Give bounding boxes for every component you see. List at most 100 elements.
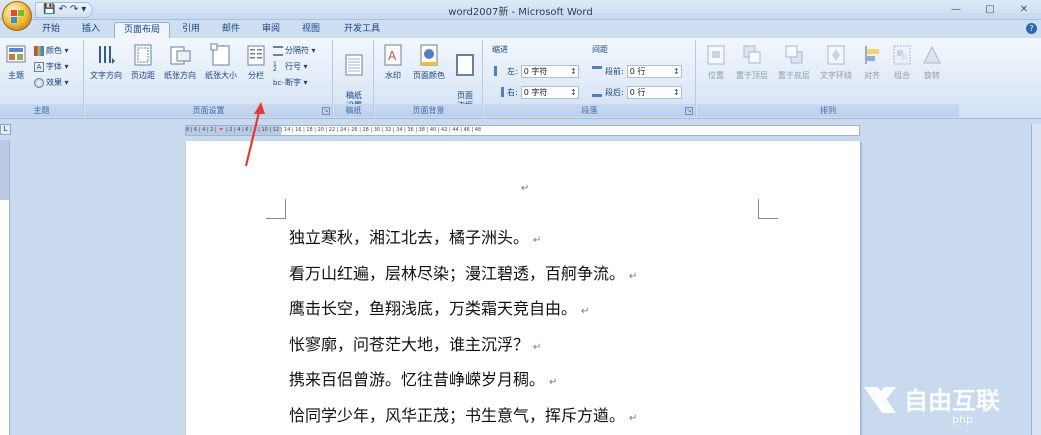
indent-right-icon bbox=[494, 87, 504, 97]
theme-colors-button[interactable]: 颜色 ▾ bbox=[34, 45, 69, 57]
text-direction-icon bbox=[99, 46, 115, 64]
text-wrapping-button[interactable]: 文字环绕 bbox=[817, 43, 855, 81]
indent-right-row: 右: 0 字符 bbox=[494, 85, 579, 99]
draft-paper-icon bbox=[345, 54, 363, 76]
close-button[interactable]: ✕ bbox=[1007, 0, 1041, 20]
breaks-button[interactable]: 分隔符 ▾ bbox=[273, 45, 316, 57]
office-button[interactable] bbox=[2, 1, 32, 31]
watermark-icon: A bbox=[384, 44, 402, 66]
position-button[interactable]: 位置 bbox=[703, 43, 729, 81]
watermark-tag: php bbox=[952, 413, 973, 426]
space-before-input[interactable]: 0 行 bbox=[626, 64, 682, 78]
position-icon bbox=[707, 45, 725, 65]
effects-icon bbox=[34, 78, 44, 88]
group-theme: 主题 颜色 ▾ A 字体 ▾ 效果 ▾ 主题 bbox=[0, 40, 84, 117]
paragraph-mark: ↵ bbox=[521, 183, 530, 194]
group-label-paragraph: 段落 bbox=[484, 104, 695, 117]
text-line[interactable]: 怅寥廓，问苍茫大地，谁主沉浮？ ↵ bbox=[289, 331, 637, 367]
columns-icon bbox=[247, 45, 265, 66]
breaks-icon bbox=[273, 46, 283, 56]
group-icon bbox=[893, 45, 911, 65]
title-bar: 💾 ↶ ↷ ▾ word2007新 - Microsoft Word — □ ✕ bbox=[0, 0, 1041, 20]
text-line[interactable]: 看万山红遍，层林尽染；漫江碧透，百舸争流。 ↵ bbox=[289, 260, 637, 296]
align-button[interactable]: 对齐 bbox=[859, 43, 885, 81]
watermark-button[interactable]: A 水印 bbox=[379, 43, 407, 81]
horizontal-ruler[interactable]: 8 | 6 | 4 | 2 | 🔻 | 2 | 4 | 6 | 8 | 10 |… bbox=[185, 125, 860, 136]
tab-developer[interactable]: 开发工具 bbox=[336, 22, 388, 38]
page-borders-button[interactable]: 页面 边框 bbox=[451, 43, 479, 111]
orientation-button[interactable]: 纸张方向 bbox=[161, 43, 199, 81]
columns-button[interactable]: 分栏 bbox=[243, 43, 269, 81]
tab-review[interactable]: 审阅 bbox=[256, 22, 286, 38]
theme-fonts-button[interactable]: A 字体 ▾ bbox=[34, 61, 69, 73]
text-line[interactable]: 鹰击长空，鱼翔浅底，万类霜天竞自由。 ↵ bbox=[289, 295, 637, 331]
line-numbers-button[interactable]: 12 行号 ▾ bbox=[273, 61, 308, 73]
tab-view[interactable]: 视图 bbox=[296, 22, 326, 38]
page-size-icon bbox=[210, 43, 230, 66]
text-direction-button[interactable]: 文字方向 bbox=[87, 43, 125, 81]
theme-effects-button[interactable]: 效果 ▾ bbox=[34, 77, 69, 89]
space-before-icon bbox=[592, 66, 602, 76]
office-logo-icon bbox=[11, 10, 24, 23]
group-label-page-background: 页面背景 bbox=[375, 104, 482, 117]
group-label-draft-paper: 稿纸 bbox=[334, 104, 373, 117]
document-page[interactable]: ↵ 独立寒秋，湘江北去，橘子洲头。 ↵ 看万山红遍，层林尽染；漫江碧透，百舸争流。… bbox=[186, 141, 860, 435]
page-borders-icon bbox=[456, 54, 474, 76]
space-after-icon bbox=[592, 87, 602, 97]
annotation-arrow-icon bbox=[244, 102, 265, 167]
rotate-button[interactable]: 旋转 bbox=[919, 43, 945, 81]
help-icon[interactable]: ? bbox=[1026, 23, 1037, 34]
ruler-tab-selector[interactable]: L bbox=[0, 124, 11, 135]
group-paragraph: 缩进 间距 左: 0 字符 右: 0 字符 段前: 0 行 段后: 0 行 段落… bbox=[484, 40, 696, 117]
tab-insert[interactable]: 插入 bbox=[76, 22, 106, 38]
text-wrapping-icon bbox=[827, 45, 845, 65]
ruler-ticks: 8 | 6 | 4 | 2 | 🔻 | 2 | 4 | 6 | 8 | 10 |… bbox=[186, 127, 482, 133]
tab-home[interactable]: 开始 bbox=[36, 22, 66, 38]
poem-text[interactable]: 独立寒秋，湘江北去，橘子洲头。 ↵ 看万山红遍，层林尽染；漫江碧透，百舸争流。 ↵ … bbox=[289, 224, 637, 435]
hyphenation-button[interactable]: bc- 断字 ▾ bbox=[273, 77, 308, 89]
group-draft-paper: 稿纸 设置 稿纸 bbox=[334, 40, 374, 117]
watermark-logo-icon bbox=[864, 387, 896, 413]
tab-references[interactable]: 引用 bbox=[176, 22, 206, 38]
send-to-back-icon bbox=[785, 45, 803, 64]
tab-mailings[interactable]: 邮件 bbox=[216, 22, 246, 38]
minimize-button[interactable]: — bbox=[939, 0, 973, 20]
group-page-setup: 文字方向 页边距 纸张方向 纸张大小 分栏 分隔符 ▾ 1 2 行号 ▾ bc-… bbox=[85, 40, 333, 117]
page-color-button[interactable]: 页面颜色 bbox=[409, 43, 449, 81]
fonts-icon: A bbox=[34, 62, 44, 72]
send-to-back-button[interactable]: 置于底层 bbox=[775, 43, 813, 81]
space-after-input[interactable]: 0 行 bbox=[626, 85, 682, 99]
space-before-row: 段前: 0 行 bbox=[592, 64, 682, 78]
text-line[interactable]: 独立寒秋，湘江北去，橘子洲头。 ↵ bbox=[289, 224, 637, 260]
ribbon-tabs: 开始 插入 页面布局 引用 邮件 审阅 视图 开发工具 ? bbox=[0, 20, 1041, 38]
vertical-ruler[interactable] bbox=[0, 140, 10, 435]
hyphenation-icon: bc- bbox=[273, 79, 284, 87]
group-arrange: 位置 置于顶层 置于底层 文字环绕 对齐 组合 旋转 排列 bbox=[697, 40, 959, 117]
corner-mark-top-left bbox=[266, 199, 286, 219]
indent-title: 缩进 bbox=[492, 45, 508, 54]
line-numbers-icon: 12 bbox=[273, 61, 277, 73]
page-setup-launcher-icon[interactable]: ↘ bbox=[322, 107, 330, 115]
indent-left-input[interactable]: 0 字符 bbox=[520, 64, 579, 78]
maximize-button[interactable]: □ bbox=[973, 0, 1007, 20]
bring-to-front-icon bbox=[743, 45, 761, 64]
page-color-icon bbox=[420, 44, 438, 66]
spacing-title: 间距 bbox=[592, 45, 608, 54]
margins-button[interactable]: 页边距 bbox=[127, 43, 159, 81]
group-label-arrange: 排列 bbox=[697, 104, 959, 117]
bring-to-front-button[interactable]: 置于顶层 bbox=[733, 43, 771, 81]
window-title: word2007新 - Microsoft Word bbox=[448, 7, 593, 18]
paragraph-launcher-icon[interactable]: ↘ bbox=[685, 107, 693, 115]
vertical-ruler-margin-shade bbox=[0, 140, 9, 200]
tab-page-layout[interactable]: 页面布局 bbox=[114, 22, 170, 38]
page-size-button[interactable]: 纸张大小 bbox=[201, 43, 241, 81]
orientation-icon bbox=[170, 46, 191, 65]
draft-paper-button[interactable]: 稿纸 设置 bbox=[338, 43, 370, 111]
theme-button[interactable]: 主题 bbox=[3, 43, 29, 81]
text-line[interactable]: 携来百侣曾游。忆往昔峥嵘岁月稠。 ↵ bbox=[289, 366, 637, 402]
group-button[interactable]: 组合 bbox=[889, 43, 915, 81]
indent-right-input[interactable]: 0 字符 bbox=[520, 85, 579, 99]
text-line[interactable]: 恰同学少年，风华正茂；书生意气，挥斥方遒。 ↵ bbox=[289, 402, 637, 435]
group-page-background: A 水印 页面颜色 页面 边框 页面背景 bbox=[375, 40, 483, 117]
svg-text:A: A bbox=[388, 49, 397, 63]
